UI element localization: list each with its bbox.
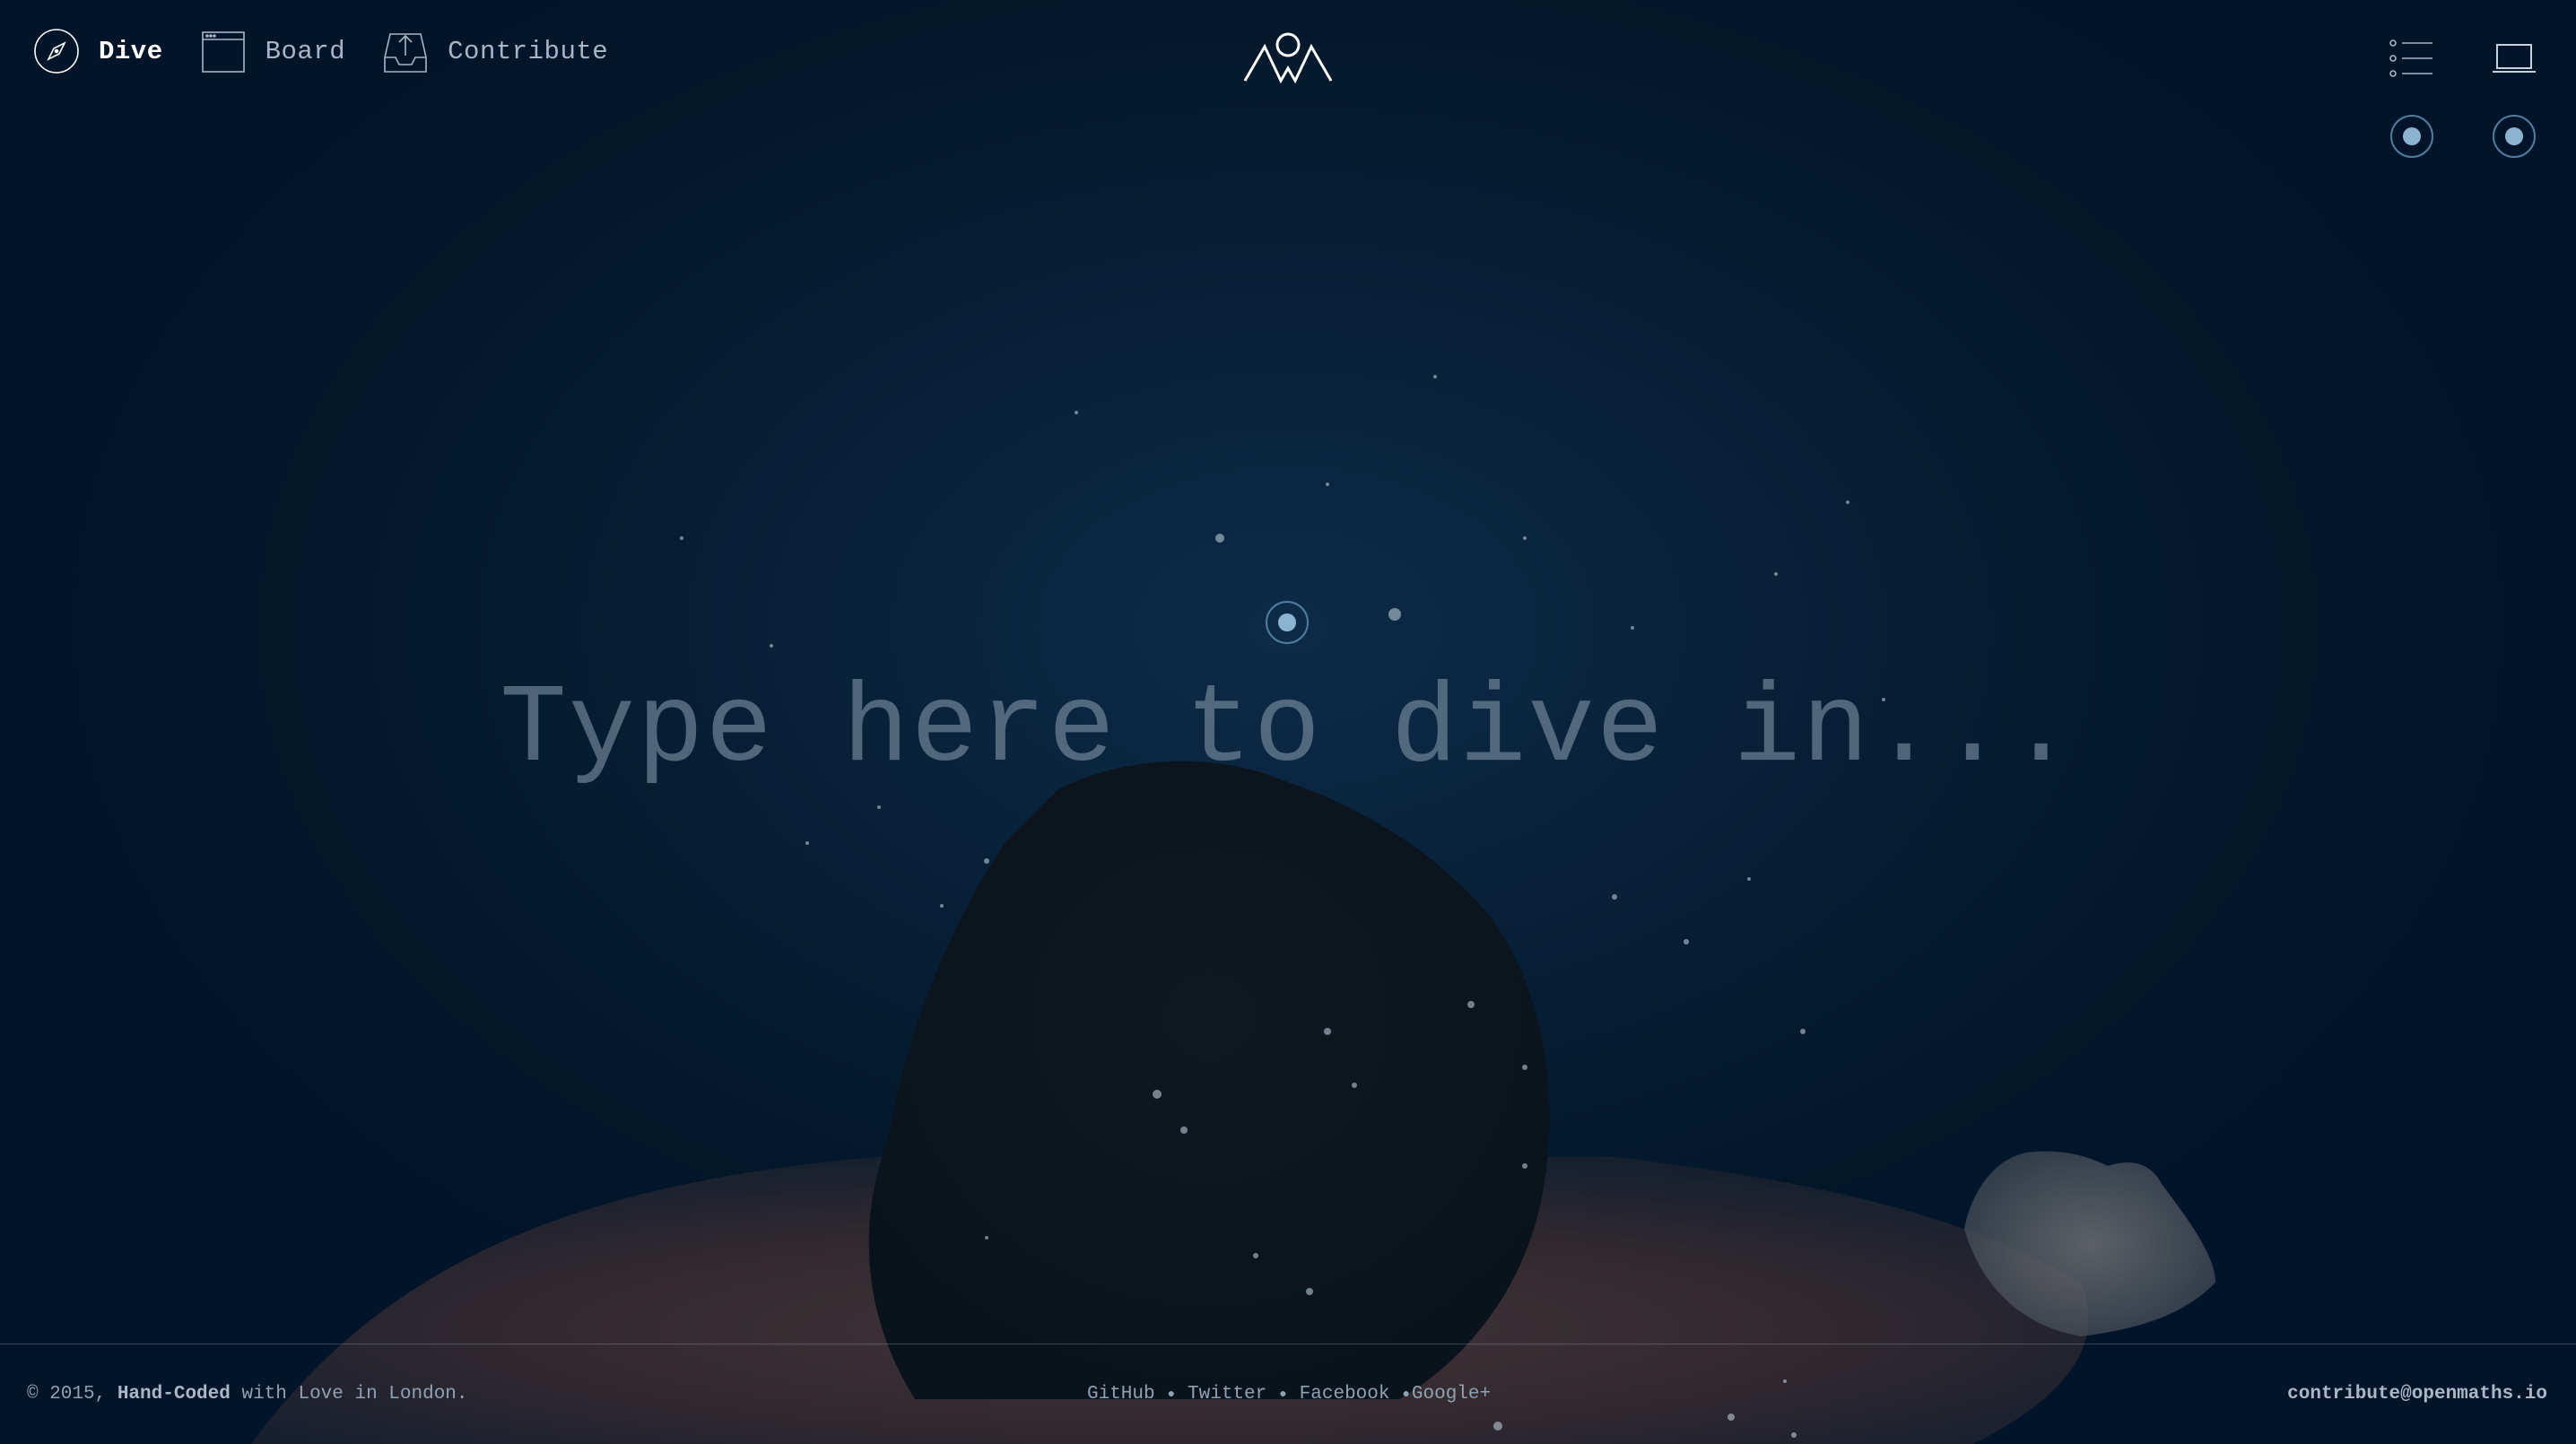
copyright-suffix: with Love in London.	[230, 1384, 468, 1405]
footer-social-links: GitHub ● Twitter ● Facebook ● Google+	[1087, 1384, 1491, 1405]
copyright-prefix: © 2015,	[27, 1384, 117, 1405]
nav-item-label: Dive	[99, 36, 163, 66]
nav-item-board[interactable]: Board	[199, 27, 346, 75]
tray-upload-icon	[381, 27, 430, 75]
contact-email-link[interactable]: contribute@openmaths.io	[2287, 1384, 2547, 1405]
twitter-link[interactable]: Twitter	[1188, 1384, 1266, 1405]
mountain-circle-logo[interactable]	[1243, 27, 1333, 86]
indicator-dot-button[interactable]	[2390, 115, 2433, 158]
search-input[interactable]	[0, 664, 2576, 798]
compass-icon	[32, 27, 81, 75]
nav-item-label: Board	[265, 36, 346, 66]
facebook-link[interactable]: Facebook	[1300, 1384, 1390, 1405]
main-nav: Dive Board Contribute	[32, 27, 608, 75]
nav-item-label: Contribute	[448, 36, 609, 66]
page: Dive Board Contribute Type here to dive …	[0, 0, 2576, 1444]
center-indicator-dot	[1266, 601, 1309, 644]
github-link[interactable]: GitHub	[1087, 1384, 1155, 1405]
top-right-toolbar	[2388, 34, 2538, 83]
list-icon[interactable]	[2388, 34, 2436, 83]
nav-item-contribute[interactable]: Contribute	[381, 27, 608, 75]
indicator-dot-button[interactable]	[2493, 115, 2536, 158]
bullet-separator: ●	[1167, 1387, 1176, 1402]
copyright-bold: Hand-Coded	[117, 1384, 231, 1405]
bullet-separator: ●	[1279, 1387, 1287, 1402]
laptop-icon[interactable]	[2490, 34, 2538, 83]
indicator-buttons	[2388, 112, 2538, 161]
footer-copyright: © 2015, Hand-Coded with Love in London.	[27, 1384, 468, 1405]
nav-item-dive[interactable]: Dive	[32, 27, 163, 75]
google-plus-link[interactable]: Google+	[1412, 1384, 1491, 1405]
browser-window-icon	[199, 27, 248, 75]
bullet-separator: ●	[1402, 1387, 1410, 1402]
footer: © 2015, Hand-Coded with Love in London. …	[0, 1344, 2576, 1444]
